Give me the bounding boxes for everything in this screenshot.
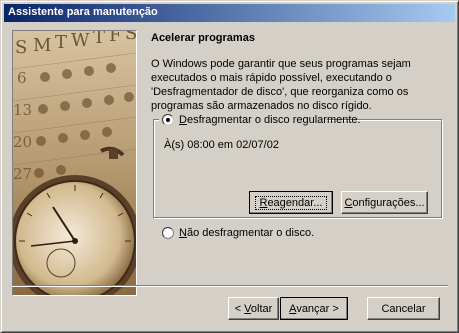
defrag-regularly-label[interactable]: Desfragmentar o disco regularmente.: [179, 114, 361, 126]
calendar-number: 20: [13, 133, 32, 151]
schedule-text: À(s) 08:00 em 02/07/02: [164, 139, 279, 151]
title-bar[interactable]: Assistente para manutenção: [4, 4, 455, 22]
calendar-number: 13: [13, 101, 32, 119]
calendar-letter: S: [15, 37, 27, 58]
page-description: O Windows pode garantir que seus program…: [151, 58, 411, 112]
calendar-letter: S: [125, 31, 136, 44]
settings-button-label: Configurações...: [344, 196, 425, 209]
no-defrag-label-text: ão desfragmentar o disco.: [186, 227, 315, 239]
cancel-button[interactable]: Cancelar: [367, 297, 440, 320]
calendar-letter: M: [33, 35, 51, 56]
next-button[interactable]: Avançar >: [280, 297, 348, 320]
calendar-letter: T: [55, 32, 67, 53]
calendar-letter: T: [93, 31, 105, 48]
settings-button[interactable]: Configurações...: [341, 191, 428, 214]
illustration-art: S M T W T F S 6 13 20 27: [13, 31, 136, 295]
reschedule-button-label: eagendar...: [267, 196, 323, 209]
window-title: Assistente para manutenção: [8, 6, 158, 18]
calendar-stopwatch-illustration: S M T W T F S 6 13 20 27: [12, 30, 137, 296]
calendar-number: 6: [17, 69, 27, 87]
defrag-regularly-label-text: esfragmentar o disco regularmente.: [186, 114, 361, 126]
reschedule-button[interactable]: Reagendar...: [249, 191, 333, 214]
defrag-regularly-radio[interactable]: [162, 114, 174, 126]
wizard-window: Assistente para manutenção S M T W T F 6…: [0, 0, 459, 333]
next-button-label: Avançar >: [289, 302, 339, 315]
cancel-button-label: Cancelar: [381, 302, 426, 315]
calendar-letter: F: [109, 31, 122, 46]
back-button[interactable]: < Voltar: [228, 297, 279, 320]
no-defrag-radio[interactable]: [162, 227, 174, 239]
page-heading: Acelerar programas: [151, 32, 255, 44]
footer-separator: [12, 285, 448, 287]
back-button-label: < Voltar: [234, 302, 273, 315]
calendar-number: 27: [13, 165, 32, 183]
no-defrag-label[interactable]: Não desfragmentar o disco.: [179, 227, 314, 239]
calendar-letter: W: [71, 31, 90, 51]
